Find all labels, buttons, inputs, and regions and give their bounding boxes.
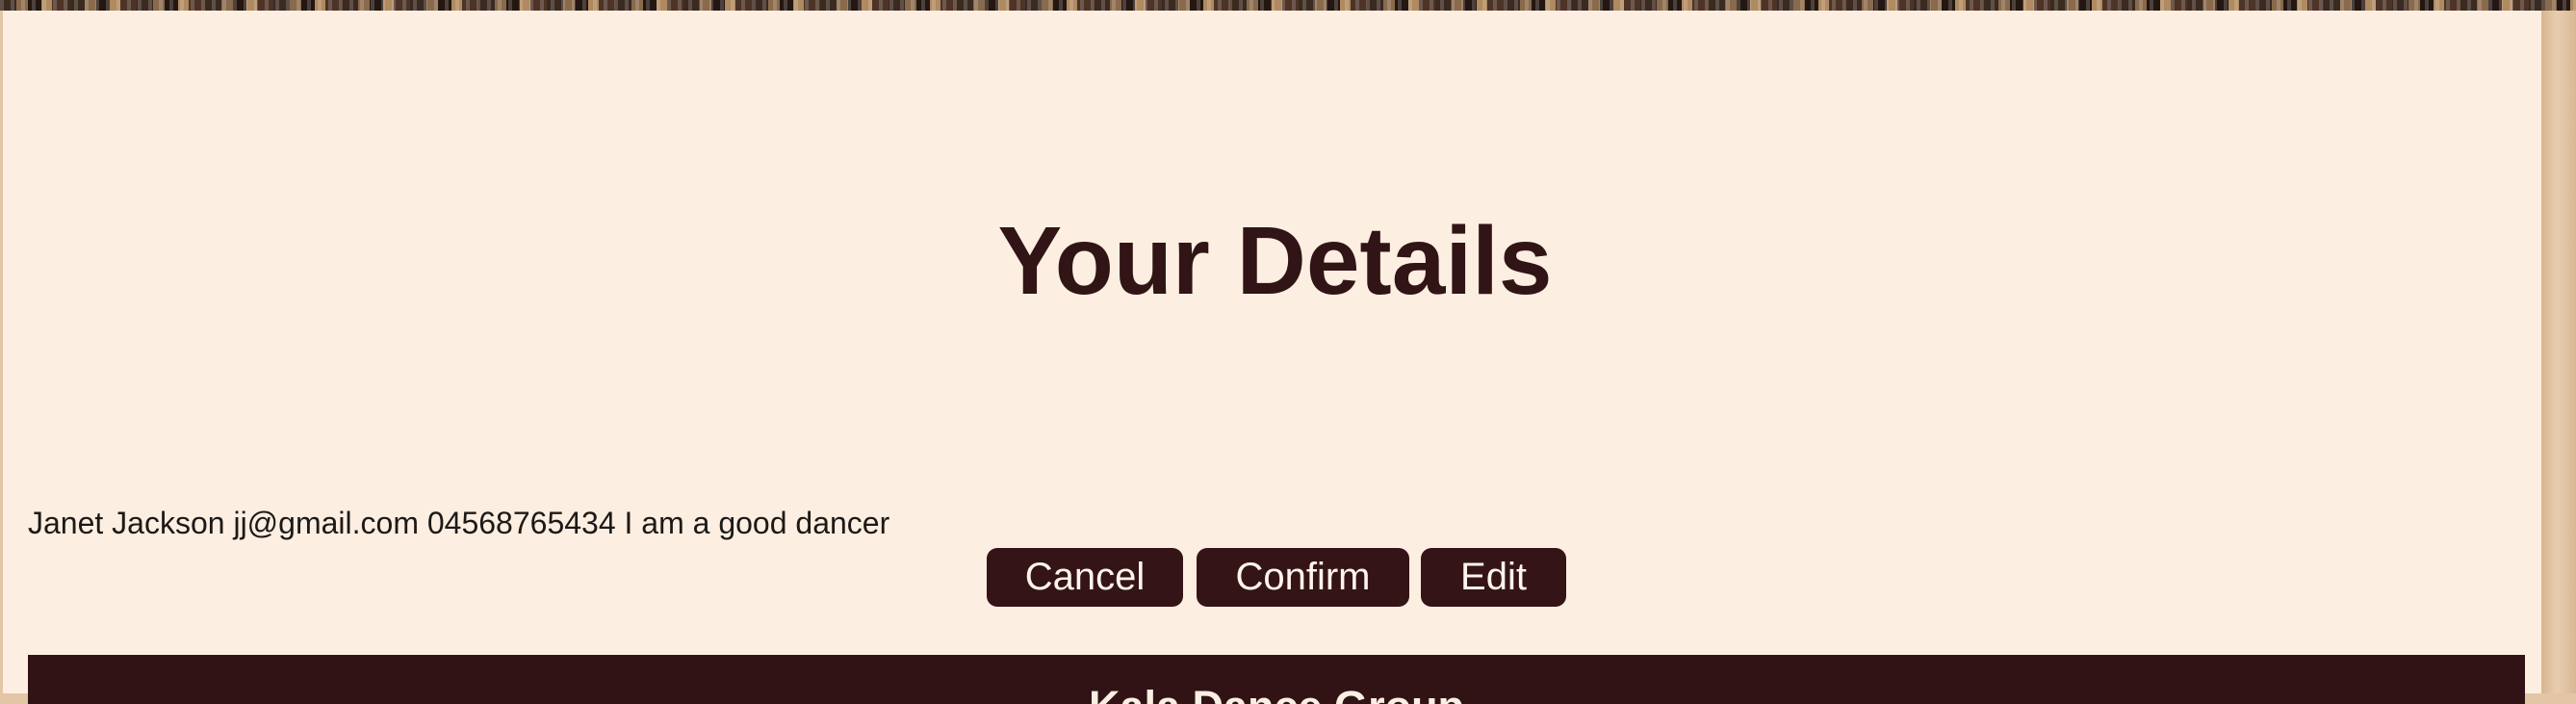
header-background-image-strip xyxy=(0,0,2576,11)
confirm-button[interactable]: Confirm xyxy=(1197,548,1409,607)
details-page-panel: Your Details Janet Jackson jj@gmail.com … xyxy=(2,11,2541,704)
page-title: Your Details xyxy=(997,207,1553,315)
cancel-button[interactable]: Cancel xyxy=(987,548,1183,607)
right-page-gutter xyxy=(2541,11,2576,693)
site-footer: Kala Dance Group xyxy=(28,655,2525,704)
edit-button[interactable]: Edit xyxy=(1421,548,1566,607)
submitted-details-summary: Janet Jackson jj@gmail.com 04568765434 I… xyxy=(28,506,890,540)
